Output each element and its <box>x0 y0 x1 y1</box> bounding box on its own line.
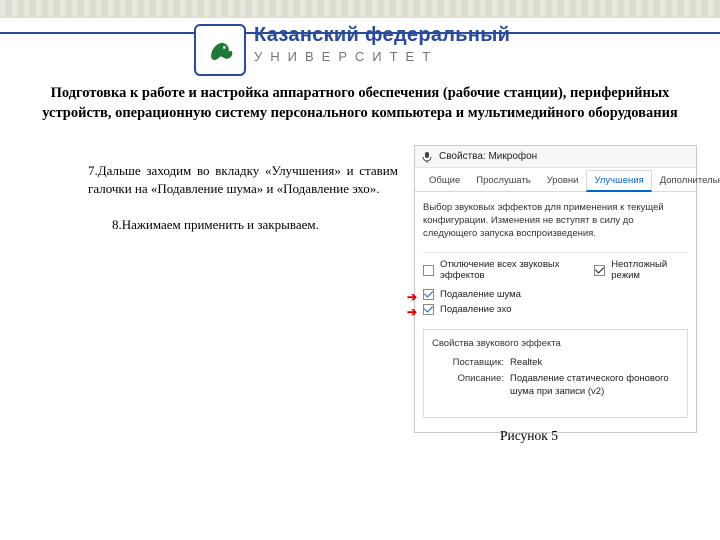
urgent-mode-label: Неотложный режим <box>611 259 688 281</box>
step-8: 8.Нажимаем применить и закрываем. <box>88 216 398 234</box>
university-logo <box>194 24 246 76</box>
disable-all-label: Отключение всех звуковых эффектов <box>440 259 588 281</box>
effect-properties-title: Свойства звукового эффекта <box>432 338 679 349</box>
checkbox-disable-all[interactable] <box>423 265 434 276</box>
dialog-titlebar: Свойства: Микрофон <box>415 146 696 168</box>
arrow-icon: ➔ <box>407 290 417 304</box>
noise-label: Подавление шума <box>440 289 521 300</box>
option-noise-row: ➔ Подавление шума <box>423 289 688 300</box>
dragon-icon <box>203 33 237 67</box>
provider-value: Realtek <box>510 357 679 370</box>
effect-properties-box: Свойства звукового эффекта Поставщик: Re… <box>423 329 688 417</box>
properties-dialog: Свойства: Микрофон Общие Прослушать Уров… <box>414 145 697 433</box>
tab-levels[interactable]: Уровни <box>539 170 587 191</box>
tab-enhancements[interactable]: Улучшения <box>586 170 651 192</box>
brand-line2: УНИВЕРСИТЕТ <box>254 49 510 64</box>
brand-text: Казанский федеральный УНИВЕРСИТЕТ <box>254 24 510 64</box>
option-echo-row: ➔ Подавление эхо <box>423 304 688 315</box>
checkbox-echo-suppression[interactable] <box>423 304 434 315</box>
provider-row: Поставщик: Realtek <box>432 357 679 370</box>
dialog-title: Свойства: Микрофон <box>439 151 537 162</box>
dialog-body: Выбор звуковых эффектов для применения к… <box>415 192 696 432</box>
tab-listen[interactable]: Прослушать <box>468 170 538 191</box>
document-title: Подготовка к работе и настройка аппаратн… <box>28 84 692 123</box>
top-options-row: Отключение всех звуковых эффектов Неотло… <box>423 252 688 281</box>
microphone-icon <box>421 151 433 163</box>
dialog-description: Выбор звуковых эффектов для применения к… <box>423 202 688 240</box>
tab-general[interactable]: Общие <box>421 170 468 191</box>
step-7: 7.Дальше заходим во вкладку «Улучшения» … <box>88 162 398 198</box>
checkbox-urgent-mode[interactable] <box>594 265 605 276</box>
checkbox-noise-suppression[interactable] <box>423 289 434 300</box>
echo-label: Подавление эхо <box>440 304 512 315</box>
provider-label: Поставщик: <box>432 357 504 370</box>
tab-advanced[interactable]: Дополнительно <box>652 170 720 191</box>
figure-caption: Рисунок 5 <box>500 428 558 444</box>
description-row: Описание: Подавление статического фоново… <box>432 373 679 399</box>
decorative-top-border <box>0 0 720 18</box>
arrow-icon: ➔ <box>407 305 417 319</box>
brand-line1: Казанский федеральный <box>254 24 510 47</box>
instruction-text: 7.Дальше заходим во вкладку «Улучшения» … <box>88 162 398 235</box>
desc-value: Подавление статического фонового шума пр… <box>510 373 679 399</box>
brand-block: Казанский федеральный УНИВЕРСИТЕТ <box>194 24 510 76</box>
dialog-tabs: Общие Прослушать Уровни Улучшения Дополн… <box>415 168 696 192</box>
desc-label: Описание: <box>432 373 504 399</box>
